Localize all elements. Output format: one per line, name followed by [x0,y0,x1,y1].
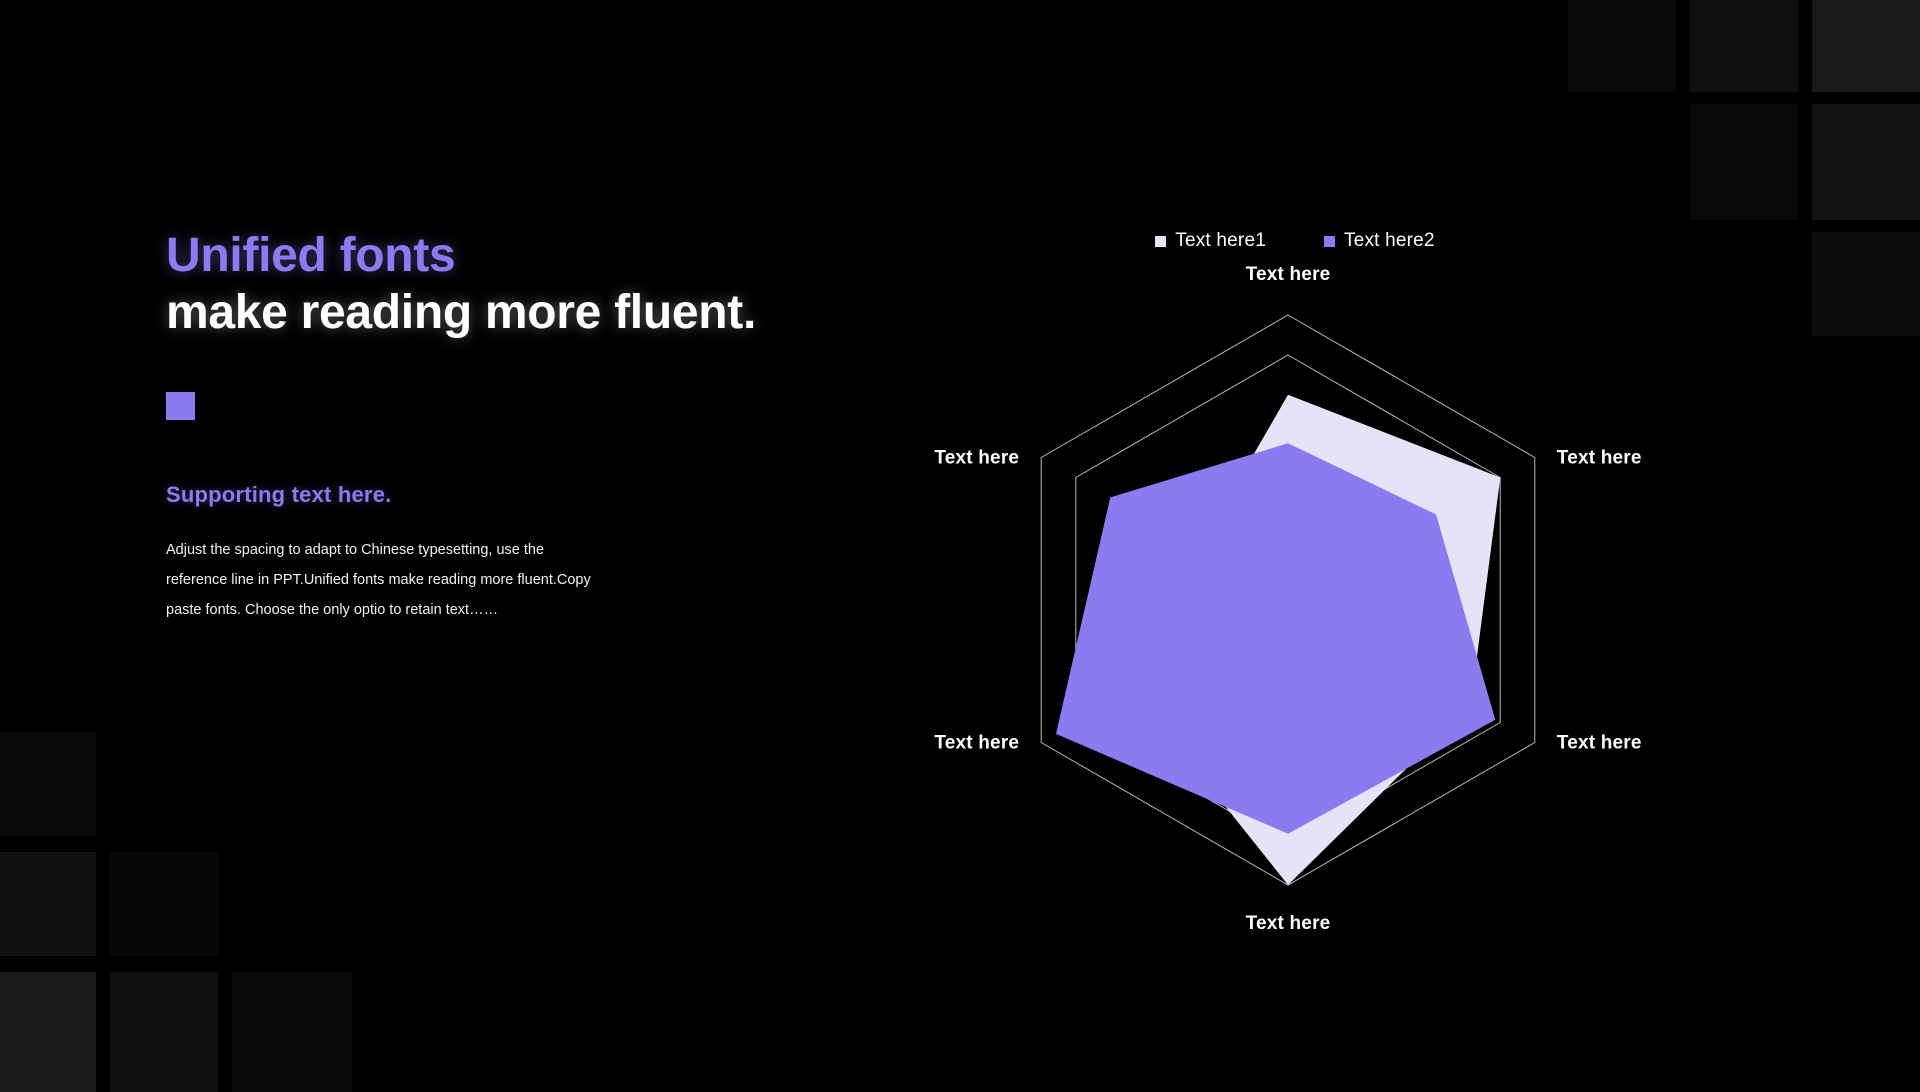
radar-chart-panel: Text here1 Text here2 Text here Text her… [880,230,1710,960]
accent-square-marker [166,392,195,421]
page-title-line-1: Unified fonts [166,229,456,282]
decor-square [1568,0,1676,92]
radar-axis-label-bottom: Text here [1246,913,1331,934]
decor-square [0,972,96,1092]
decor-square [0,732,96,836]
legend-swatch-series-1-icon [1155,235,1167,247]
page-title-line-2: make reading more fluent. [166,285,756,339]
radar-axis-label-top-left: Text here [934,448,1019,469]
legend-swatch-series-2-icon [1324,235,1335,247]
decor-square [1690,104,1798,220]
decor-square [1812,232,1920,336]
radar-axis-label-top-right: Text here [1557,448,1642,469]
radar-axis-label-bottom-right: Text here [1557,733,1642,754]
radar-axis-label-top: Text here [1246,264,1331,285]
decor-square [1812,0,1920,92]
decor-square [1690,0,1798,92]
left-text-column: Unified fonts make reading more fluent. … [166,228,806,625]
decor-square [0,852,96,956]
radar-chart-svg: Text here Text here Text here Text here … [934,264,1642,934]
radar-axis-label-bottom-left: Text here [934,733,1019,754]
decor-square [110,852,218,956]
supporting-heading: Supporting text here. [166,482,392,508]
decor-square [1812,104,1920,220]
body-paragraph: Adjust the spacing to adapt to Chinese t… [166,542,591,619]
decor-square [232,972,352,1092]
decor-square [110,972,218,1092]
